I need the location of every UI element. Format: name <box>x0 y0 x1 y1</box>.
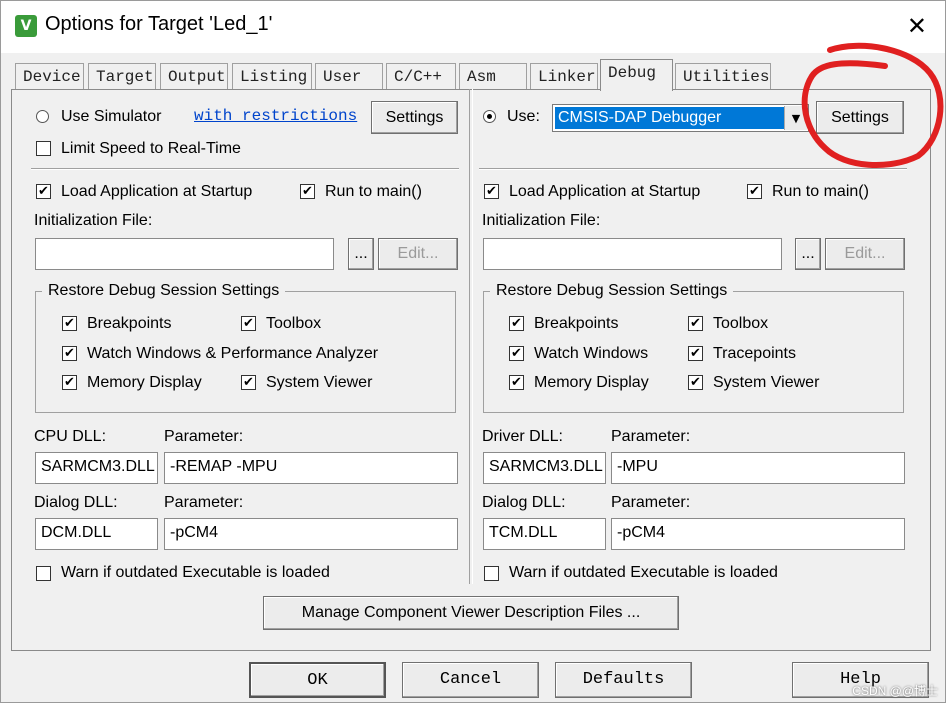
driver-dll-label: Driver DLL: <box>482 428 563 445</box>
breakpoints-checkbox-right[interactable]: ✔ <box>509 316 524 331</box>
use-simulator-radio[interactable] <box>36 110 49 123</box>
dialog-dll-input-left[interactable]: DCM.DLL <box>35 518 158 550</box>
init-file-input-left[interactable] <box>35 238 334 270</box>
browse-button-left[interactable]: ... <box>348 238 374 270</box>
tab-listing[interactable]: Listing <box>232 63 312 89</box>
dialog-dll-input-right[interactable]: TCM.DLL <box>483 518 606 550</box>
init-file-label-right: Initialization File: <box>482 212 601 229</box>
tab-linker[interactable]: Linker <box>530 63 598 89</box>
driver-param-input[interactable]: -MPU <box>611 452 905 484</box>
tab-output[interactable]: Output <box>160 63 228 89</box>
sysviewer-label-left: System Viewer <box>266 374 373 391</box>
keil-app-icon: V <box>15 15 37 37</box>
run-to-main-checkbox-left[interactable]: ✔ <box>300 184 315 199</box>
restore-group-title-left: Restore Debug Session Settings <box>42 282 286 300</box>
tab-debug[interactable]: Debug <box>600 59 673 91</box>
window-title: Options for Target 'Led_1' <box>45 13 273 35</box>
dialog-param-label-left: Parameter: <box>164 494 244 511</box>
toolbox-label-right: Toolbox <box>713 315 769 332</box>
load-app-checkbox-left[interactable]: ✔ <box>36 184 51 199</box>
memory-checkbox-right[interactable]: ✔ <box>509 375 524 390</box>
dialog-param-input-right[interactable]: -pCM4 <box>611 518 905 550</box>
watch-checkbox-left[interactable]: ✔ <box>62 346 77 361</box>
dialog-param-label-right: Parameter: <box>611 494 691 511</box>
ok-button[interactable]: OK <box>249 662 386 698</box>
limit-speed-label: Limit Speed to Real-Time <box>61 140 241 157</box>
dialog-dll-label-left: Dialog DLL: <box>34 494 118 511</box>
use-label: Use: <box>507 108 540 125</box>
tracepoints-label: Tracepoints <box>713 345 796 362</box>
cpu-param-input[interactable]: -REMAP -MPU <box>164 452 458 484</box>
restore-group-title-right: Restore Debug Session Settings <box>490 282 734 300</box>
tab-device[interactable]: Device <box>15 63 84 89</box>
warn-checkbox-right[interactable] <box>484 566 499 581</box>
init-file-label-left: Initialization File: <box>34 212 153 229</box>
red-annotation-circle <box>801 42 944 168</box>
warn-label-left: Warn if outdated Executable is loaded <box>61 564 330 581</box>
tab-target[interactable]: Target <box>88 63 156 89</box>
tab-cc[interactable]: C/C++ <box>386 63 456 89</box>
watch-checkbox-right[interactable]: ✔ <box>509 346 524 361</box>
cpu-dll-input[interactable]: SARMCM3.DLL <box>35 452 158 484</box>
watch-label-right: Watch Windows <box>534 345 649 362</box>
memory-checkbox-left[interactable]: ✔ <box>62 375 77 390</box>
cancel-button[interactable]: Cancel <box>402 662 539 698</box>
edit-button-left[interactable]: Edit... <box>378 238 458 270</box>
tab-user[interactable]: User <box>315 63 383 89</box>
run-to-main-label-left: Run to main() <box>325 183 422 200</box>
tab-asm[interactable]: Asm <box>459 63 527 89</box>
memory-label-right: Memory Display <box>534 374 649 391</box>
sysviewer-label-right: System Viewer <box>713 374 820 391</box>
sysviewer-checkbox-left[interactable]: ✔ <box>241 375 256 390</box>
vertical-divider <box>469 89 473 584</box>
debugger-select[interactable]: CMSIS-DAP Debugger ▼ <box>552 104 809 132</box>
warn-checkbox-left[interactable] <box>36 566 51 581</box>
debugger-select-value: CMSIS-DAP Debugger <box>555 107 784 129</box>
memory-label-left: Memory Display <box>87 374 202 391</box>
tab-utilities[interactable]: Utilities <box>675 63 771 89</box>
toolbox-checkbox-right[interactable]: ✔ <box>688 316 703 331</box>
manage-component-viewer-button[interactable]: Manage Component Viewer Description File… <box>263 596 679 630</box>
breakpoints-checkbox-left[interactable]: ✔ <box>62 316 77 331</box>
toolbox-checkbox-left[interactable]: ✔ <box>241 316 256 331</box>
with-restrictions-link[interactable]: with restrictions <box>194 107 357 125</box>
load-app-checkbox-right[interactable]: ✔ <box>484 184 499 199</box>
run-to-main-checkbox-right[interactable]: ✔ <box>747 184 762 199</box>
watch-label-left: Watch Windows & Performance Analyzer <box>87 345 379 362</box>
load-app-label-left: Load Application at Startup <box>61 183 253 200</box>
simulator-settings-button[interactable]: Settings <box>371 101 458 134</box>
close-icon[interactable]: ✕ <box>907 13 927 39</box>
driver-param-label: Parameter: <box>611 428 691 445</box>
dialog-dll-label-right: Dialog DLL: <box>482 494 566 511</box>
defaults-button[interactable]: Defaults <box>555 662 692 698</box>
warn-label-right: Warn if outdated Executable is loaded <box>509 564 778 581</box>
cpu-dll-label: CPU DLL: <box>34 428 107 445</box>
sysviewer-checkbox-right[interactable]: ✔ <box>688 375 703 390</box>
left-divider <box>31 168 459 170</box>
breakpoints-label-left: Breakpoints <box>87 315 172 332</box>
use-simulator-label: Use Simulator <box>61 108 162 125</box>
tracepoints-checkbox[interactable]: ✔ <box>688 346 703 361</box>
edit-button-right[interactable]: Edit... <box>825 238 905 270</box>
run-to-main-label-right: Run to main() <box>772 183 869 200</box>
dialog-param-input-left[interactable]: -pCM4 <box>164 518 458 550</box>
csdn-watermark: CSDN @@博士 <box>852 684 938 698</box>
cpu-param-label: Parameter: <box>164 428 244 445</box>
load-app-label-right: Load Application at Startup <box>509 183 701 200</box>
use-debugger-radio[interactable] <box>483 110 496 123</box>
driver-dll-input[interactable]: SARMCM3.DLL <box>483 452 606 484</box>
breakpoints-label-right: Breakpoints <box>534 315 619 332</box>
browse-button-right[interactable]: ... <box>795 238 821 270</box>
toolbox-label-left: Toolbox <box>266 315 322 332</box>
limit-speed-checkbox[interactable] <box>36 141 51 156</box>
init-file-input-right[interactable] <box>483 238 782 270</box>
